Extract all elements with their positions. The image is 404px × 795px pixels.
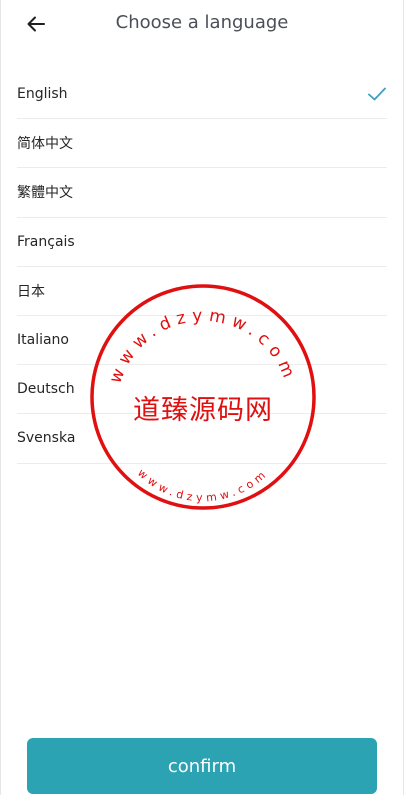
language-label: Italiano bbox=[17, 332, 69, 349]
left-border bbox=[0, 0, 1, 795]
watermark-bottom-text: www.dzymw.com bbox=[135, 466, 267, 504]
header: Choose a language bbox=[0, 0, 404, 50]
language-label: 日本 bbox=[17, 283, 45, 300]
language-item-japanese[interactable]: 日本 bbox=[17, 267, 387, 316]
language-item-english[interactable]: English bbox=[17, 70, 387, 120]
page-title: Choose a language bbox=[115, 12, 289, 33]
language-item-italian[interactable]: Italiano bbox=[17, 316, 387, 366]
language-list: English 简体中文 繁體中文 Français 日本 Italiano D… bbox=[17, 70, 387, 464]
confirm-button[interactable]: confirm bbox=[27, 738, 377, 794]
language-label: Svenska bbox=[17, 430, 76, 447]
language-item-french[interactable]: Français bbox=[17, 218, 387, 267]
svg-text:www.dzymw.com: www.dzymw.com bbox=[135, 466, 271, 504]
language-item-traditional-chinese[interactable]: 繁體中文 bbox=[17, 168, 387, 218]
language-label: Français bbox=[17, 233, 75, 250]
confirm-label: confirm bbox=[167, 755, 237, 777]
check-icon bbox=[368, 87, 386, 101]
language-label: 简体中文 bbox=[17, 136, 73, 153]
language-item-german[interactable]: Deutsch bbox=[17, 365, 387, 415]
language-label: English bbox=[17, 86, 68, 103]
language-item-swedish[interactable]: Svenska bbox=[17, 414, 387, 464]
language-item-simplified-chinese[interactable]: 简体中文 bbox=[17, 119, 387, 169]
language-label: Deutsch bbox=[17, 381, 75, 398]
language-label: 繁體中文 bbox=[17, 185, 73, 202]
